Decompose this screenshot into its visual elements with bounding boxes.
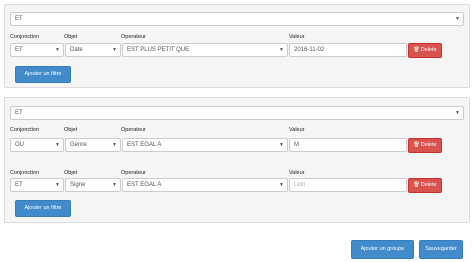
delete-filter-button[interactable]: 🗑Delete	[408, 138, 442, 153]
label-objet: Objet	[64, 170, 78, 176]
group-conjunction-select[interactable]: ET ▼	[10, 106, 464, 120]
filter-objet-value: Date	[70, 47, 83, 53]
filter-operateur-value: EST PLUS PETIT QUE	[127, 47, 190, 53]
caret-down-icon: ▼	[55, 182, 60, 188]
label-operateur: Operateur	[121, 170, 146, 176]
caret-down-icon: ▼	[112, 47, 117, 53]
filter-valeur-input[interactable]: M	[289, 138, 407, 152]
trash-icon: 🗑	[413, 182, 420, 188]
filter-conjunction-select[interactable]: ET ▼	[10, 178, 64, 192]
filter-valeur-input[interactable]: 2016-11-02	[289, 43, 407, 57]
caret-down-icon: ▼	[455, 16, 460, 22]
filter-valeur-value: 2016-11-02	[294, 47, 325, 53]
filter-objet-select[interactable]: Genre ▼	[65, 138, 121, 152]
filter-group-2: ET ▼ Conjonction Objet Operateur Valeur …	[4, 97, 470, 223]
label-objet: Objet	[64, 34, 78, 40]
filter-objet-value: Signe	[70, 182, 86, 188]
filter-valeur-input[interactable]: Lion	[289, 178, 407, 192]
label-conjonction: Conjonction	[10, 127, 40, 133]
delete-label: Delete	[420, 182, 437, 188]
filter-conjunction-select[interactable]: ET ▼	[10, 43, 64, 57]
delete-label: Delete	[420, 47, 437, 53]
filter-group-1: ET ▼ Conjonction Objet Operateur Valeur …	[4, 4, 470, 88]
delete-filter-button[interactable]: 🗑Delete	[408, 43, 442, 58]
caret-down-icon: ▼	[279, 47, 284, 53]
label-operateur: Operateur	[121, 127, 146, 133]
caret-down-icon: ▼	[279, 142, 284, 148]
filter-valeur-placeholder: Lion	[294, 182, 306, 188]
caret-down-icon: ▼	[112, 142, 117, 148]
add-filter-button[interactable]: Ajouter un filtre	[15, 200, 71, 217]
filter-objet-select[interactable]: Signe ▼	[65, 178, 121, 192]
filter-objet-value: Genre	[70, 142, 87, 148]
save-button[interactable]: Sauvegarder	[419, 240, 463, 259]
delete-label: Delete	[420, 142, 437, 148]
label-objet: Objet	[64, 127, 78, 133]
filter-operateur-value: EST EGAL A	[127, 142, 162, 148]
label-operateur: Operateur	[121, 34, 146, 40]
label-conjonction: Conjonction	[10, 34, 40, 40]
group-conjunction-value: ET	[15, 110, 23, 116]
caret-down-icon: ▼	[455, 110, 460, 116]
trash-icon: 🗑	[413, 47, 420, 53]
add-group-button[interactable]: Ajouter un groupe	[351, 240, 414, 259]
filter-operateur-select[interactable]: EST EGAL A ▼	[122, 138, 288, 152]
group-conjunction-value: ET	[15, 16, 23, 22]
filter-operateur-select[interactable]: EST EGAL A ▼	[122, 178, 288, 192]
filter-conjunction-value: ET	[15, 182, 23, 188]
caret-down-icon: ▼	[279, 182, 284, 188]
label-conjonction: Conjonction	[10, 170, 40, 176]
add-filter-button[interactable]: Ajouter un filtre	[15, 66, 71, 83]
filter-conjunction-select[interactable]: OU ▼	[10, 138, 64, 152]
caret-down-icon: ▼	[55, 142, 60, 148]
filter-operateur-select[interactable]: EST PLUS PETIT QUE ▼	[122, 43, 288, 57]
caret-down-icon: ▼	[112, 182, 117, 188]
label-valeur: Valeur	[289, 127, 305, 133]
filter-conjunction-value: ET	[15, 47, 23, 53]
filter-objet-select[interactable]: Date ▼	[65, 43, 121, 57]
filter-operateur-value: EST EGAL A	[127, 182, 162, 188]
caret-down-icon: ▼	[55, 47, 60, 53]
filter-valeur-value: M	[294, 142, 299, 148]
filter-conjunction-value: OU	[15, 142, 24, 148]
delete-filter-button[interactable]: 🗑Delete	[408, 178, 442, 193]
trash-icon: 🗑	[413, 142, 420, 148]
label-valeur: Valeur	[289, 34, 305, 40]
group-conjunction-select[interactable]: ET ▼	[10, 12, 464, 26]
label-valeur: Valeur	[289, 170, 305, 176]
